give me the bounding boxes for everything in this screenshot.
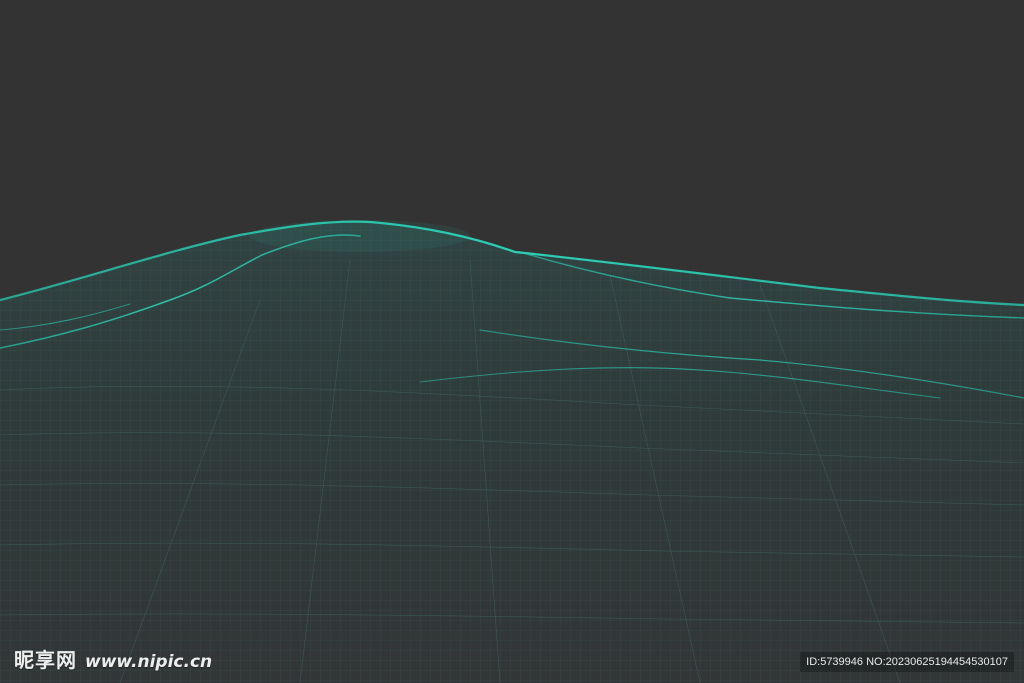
peak-glow: [250, 220, 470, 252]
watermark-url: www.nipic.cn: [85, 652, 213, 672]
site-watermark: 昵享网 www.nipic.cn: [14, 644, 212, 673]
image-id-badge: ID:5739946 NO:20230625194454530107: [800, 652, 1014, 672]
brand-logo-text: 昵享网: [14, 648, 77, 672]
terrain-image: 昵享网 www.nipic.cn ID:5739946 NO:202306251…: [0, 0, 1024, 683]
wireframe-terrain: [0, 220, 1024, 683]
